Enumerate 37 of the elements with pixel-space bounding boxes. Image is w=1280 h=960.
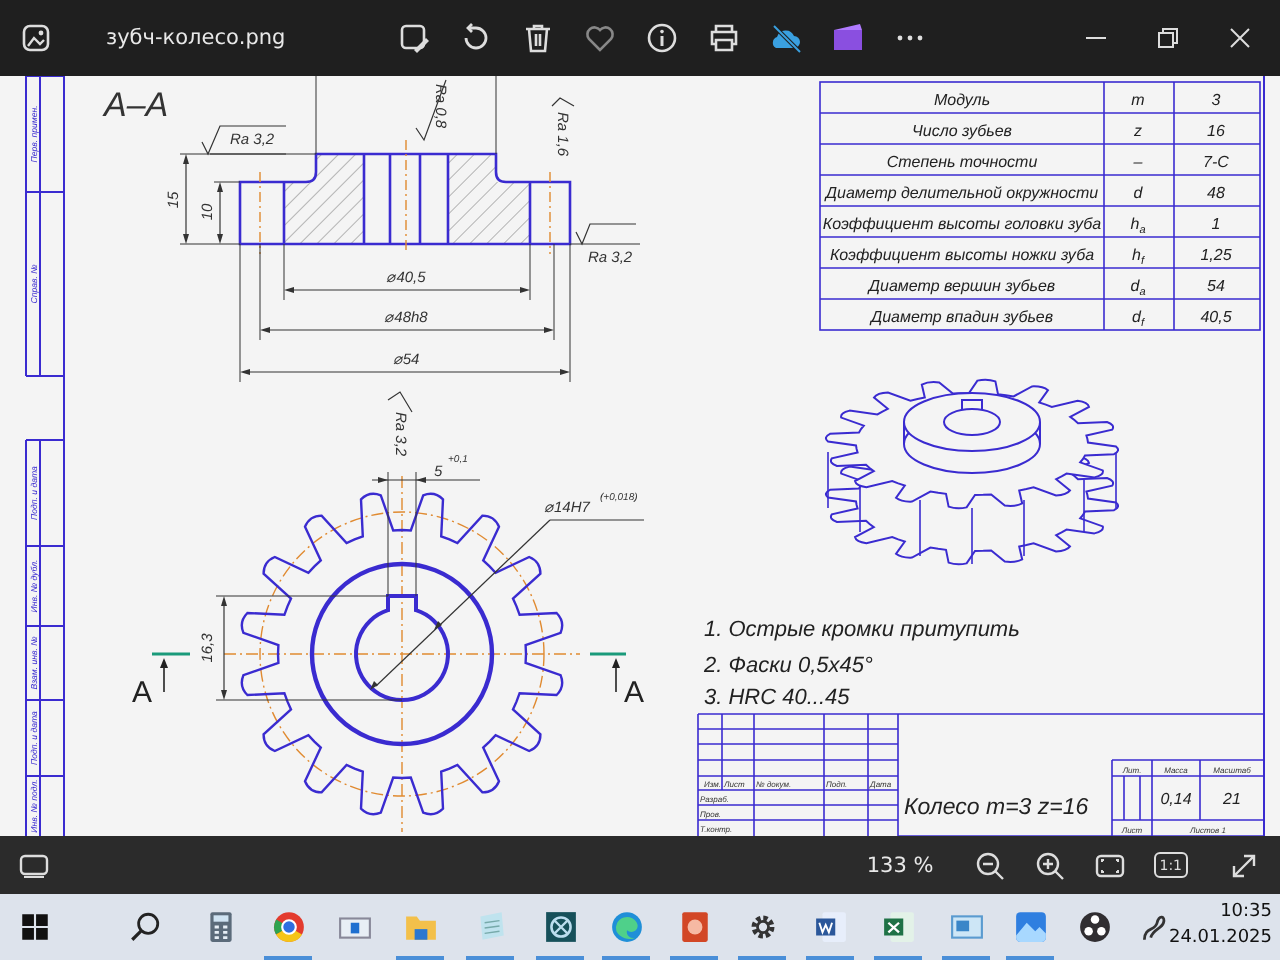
scale-value: 21 xyxy=(1223,790,1241,808)
table-cell: 3 xyxy=(1211,91,1221,109)
section-mark: А xyxy=(132,676,153,710)
part-name: Колесо m=3 z=16 xyxy=(904,796,1089,820)
table-cell: 1,25 xyxy=(1200,246,1232,264)
table-cell: Коэффициент высоты головки зуба xyxy=(822,215,1102,233)
table-cell: Модуль xyxy=(933,91,991,109)
table-cell: – xyxy=(1133,153,1143,171)
table-cell: Число зубьев xyxy=(912,122,1012,140)
section-title: А–А xyxy=(104,86,169,124)
clock-time: 10:35 xyxy=(1220,900,1272,926)
table-cell: 54 xyxy=(1207,277,1225,295)
table-cell: 40,5 xyxy=(1200,308,1232,326)
table-cell: 7-С xyxy=(1203,153,1229,171)
section-mark: А xyxy=(624,676,645,710)
table-cell: Степень точности xyxy=(886,153,1038,171)
table-cell: d$_{a}$ xyxy=(1130,277,1146,299)
zoom-level: 133 % xyxy=(866,853,934,877)
mass-value: 0,14 xyxy=(1160,790,1192,808)
table-cell: h$_{a}$ xyxy=(1130,215,1146,237)
note-text: 2. Фаски 0,5х45° xyxy=(704,654,873,678)
table-cell: d$_{f}$ xyxy=(1132,308,1144,330)
table-cell: 48 xyxy=(1207,184,1225,202)
table-cell: Диаметр вершин зубьев xyxy=(868,277,1056,295)
window-title: зубч-колесо.png xyxy=(106,26,288,50)
table-cell: Диаметр делительной окружности xyxy=(825,184,1099,202)
table-cell: h$_{f}$ xyxy=(1132,246,1144,268)
table-cell: 16 xyxy=(1207,122,1225,140)
note-text: 3. HRC 40...45 xyxy=(704,686,850,710)
table-cell: Диаметр впадин зубьев xyxy=(870,308,1054,326)
table-cell: Коэффициент высоты ножки зуба xyxy=(829,246,1095,264)
clock-date: 24.01.2025 xyxy=(1168,926,1272,952)
table-cell: m xyxy=(1131,91,1145,109)
table-cell: z xyxy=(1134,122,1142,140)
table-cell: d xyxy=(1133,184,1143,202)
table-cell: 1 xyxy=(1211,215,1221,233)
note-text: 1. Острые кромки притупить xyxy=(704,618,1020,642)
